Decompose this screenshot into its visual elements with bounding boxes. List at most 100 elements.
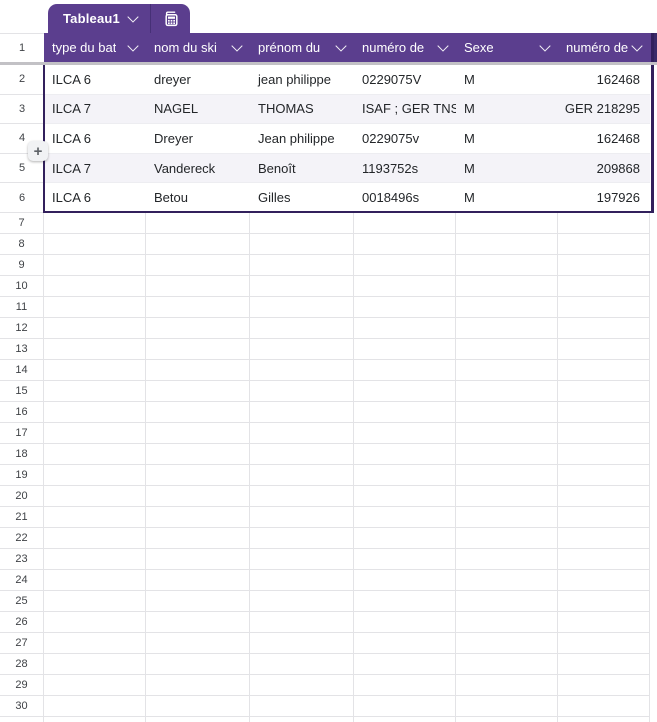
chevron-down-icon[interactable] [231,39,243,52]
add-row-button[interactable]: + [28,141,48,161]
cell[interactable] [456,296,558,318]
cell[interactable] [44,569,146,591]
cell[interactable]: ILCA 7 [44,95,146,124]
cell[interactable] [250,233,354,255]
cell[interactable] [354,233,456,255]
cell[interactable] [354,212,456,234]
cell[interactable] [250,359,354,381]
cell[interactable] [146,464,250,486]
cell[interactable]: ILCA 6 [44,65,146,94]
cell[interactable] [44,275,146,297]
cell[interactable] [558,485,650,507]
cell[interactable]: 0018496s [354,183,456,212]
cell[interactable] [250,590,354,612]
cell[interactable]: 0229075V [354,65,456,94]
cell[interactable] [354,548,456,570]
cell[interactable] [558,275,650,297]
cell[interactable] [558,716,650,722]
cell[interactable]: M [456,95,558,124]
cell[interactable] [558,632,650,654]
cell[interactable] [558,506,650,528]
cell[interactable]: Vandereck [146,154,250,183]
cell[interactable] [456,527,558,549]
cell[interactable] [146,632,250,654]
cell[interactable] [456,695,558,717]
cell[interactable] [558,317,650,339]
cell[interactable]: M [456,124,558,153]
cell[interactable] [558,380,650,402]
cell[interactable] [146,443,250,465]
cell[interactable] [250,275,354,297]
cell[interactable] [558,254,650,276]
chevron-down-icon[interactable] [127,39,139,52]
row-number[interactable]: 23 [0,548,44,570]
cell[interactable] [558,422,650,444]
cell[interactable] [44,527,146,549]
cell[interactable] [558,653,650,675]
cell[interactable]: 197926 [558,183,650,212]
cell[interactable] [146,548,250,570]
cell[interactable] [44,695,146,717]
cell[interactable] [146,695,250,717]
cell[interactable] [146,380,250,402]
cell[interactable] [558,569,650,591]
cell[interactable] [44,254,146,276]
cell[interactable] [558,548,650,570]
column-header-3[interactable]: prénom du [250,33,354,62]
cell[interactable]: dreyer [146,65,250,94]
cell[interactable] [354,338,456,360]
cell[interactable] [44,653,146,675]
cell[interactable]: Jean philippe [250,124,354,153]
cell[interactable] [456,401,558,423]
cell[interactable] [146,653,250,675]
cell[interactable] [456,317,558,339]
cell[interactable]: 162468 [558,65,650,94]
cell[interactable] [354,317,456,339]
cell[interactable] [44,485,146,507]
row-number[interactable]: 8 [0,233,44,255]
cell[interactable] [250,317,354,339]
row-number[interactable]: 11 [0,296,44,318]
cell[interactable] [354,590,456,612]
cell[interactable] [44,422,146,444]
cell[interactable]: M [456,65,558,94]
cell[interactable] [250,611,354,633]
cell[interactable] [354,674,456,696]
column-header-1[interactable]: type du bat [44,33,146,62]
row-number[interactable]: 20 [0,485,44,507]
cell[interactable]: GER 218295 [558,95,650,124]
row-number[interactable]: 22 [0,527,44,549]
cell[interactable]: M [456,183,558,212]
row-number[interactable]: 19 [0,464,44,486]
cell[interactable] [44,548,146,570]
row-number[interactable]: 3 [0,94,44,125]
column-header-6[interactable]: numéro de [558,33,650,62]
cell[interactable] [354,506,456,528]
cell[interactable] [146,338,250,360]
row-number[interactable]: 29 [0,674,44,696]
cell[interactable] [44,632,146,654]
row-number[interactable]: 13 [0,338,44,360]
cell[interactable] [44,611,146,633]
cell[interactable] [354,275,456,297]
cell[interactable] [44,359,146,381]
chevron-down-icon[interactable] [437,39,449,52]
column-header-4[interactable]: numéro de [354,33,456,62]
cell[interactable] [456,275,558,297]
cell[interactable] [456,443,558,465]
cell[interactable] [250,674,354,696]
cell[interactable] [558,464,650,486]
cell[interactable] [558,674,650,696]
row-number[interactable]: 18 [0,443,44,465]
cell[interactable] [146,569,250,591]
cell[interactable]: 0229075v [354,124,456,153]
cell[interactable] [146,275,250,297]
cell[interactable]: Dreyer [146,124,250,153]
cell[interactable] [456,653,558,675]
cell[interactable] [146,611,250,633]
chevron-down-icon[interactable] [335,39,347,52]
table-options-button[interactable] [151,4,190,33]
cell[interactable] [250,380,354,402]
cell[interactable] [250,296,354,318]
cell[interactable] [456,359,558,381]
